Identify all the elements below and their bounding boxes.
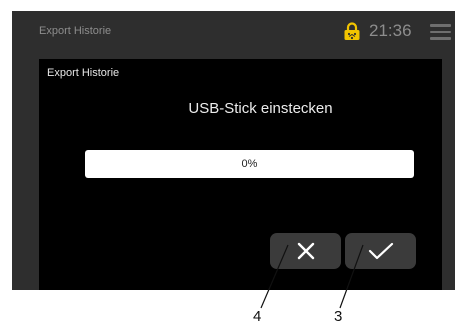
- checkmark-icon: [368, 242, 393, 260]
- status-bar: Export Historie 21:36: [12, 11, 455, 51]
- dialog-title: Export Historie: [47, 67, 120, 79]
- callout-number-4: 4: [253, 308, 262, 325]
- hamburger-menu-icon[interactable]: [430, 24, 451, 40]
- device-screen: Export Historie 21:36 Export Historie US…: [12, 11, 455, 290]
- lock-icon: [343, 22, 361, 41]
- cancel-button[interactable]: [270, 233, 341, 269]
- usb-prompt: USB-Stick einstecken: [188, 100, 333, 117]
- export-dialog: Export Historie USB-Stick einstecken 0%: [39, 59, 442, 290]
- confirm-button[interactable]: [345, 233, 416, 269]
- progress-bar: 0%: [85, 150, 414, 178]
- clock: 21:36: [369, 21, 412, 40]
- close-icon: [297, 242, 314, 260]
- status-bar-title: Export Historie: [39, 25, 112, 37]
- callout-number-3: 3: [334, 308, 343, 325]
- progress-label: 0%: [241, 158, 258, 170]
